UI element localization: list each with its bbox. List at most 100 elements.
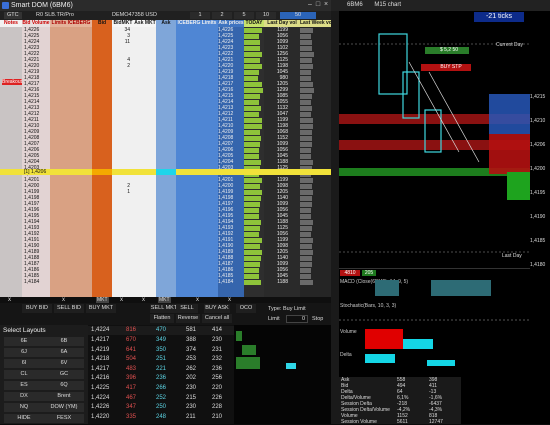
today-volume-bar bbox=[244, 183, 260, 189]
layout-button[interactable]: 6B bbox=[44, 337, 84, 346]
tape-cell: 388 bbox=[186, 337, 197, 343]
chart-left-toolbar[interactable] bbox=[331, 11, 339, 424]
bid-mkt-button[interactable]: MKT bbox=[96, 297, 109, 303]
layout-button[interactable]: 6J bbox=[4, 348, 44, 357]
maximize-icon[interactable]: □ bbox=[314, 1, 322, 9]
ask-limits-column[interactable] bbox=[176, 27, 218, 297]
layout-button[interactable]: 6E bbox=[4, 337, 44, 346]
layout-button[interactable]: DOW (YM) bbox=[44, 403, 84, 412]
chart-interval[interactable]: M15 chart bbox=[374, 2, 401, 8]
last-week-volume-bar bbox=[300, 117, 313, 123]
header-iceberg-limits: ICEBERG Limits bbox=[176, 20, 218, 27]
sell-ask-button[interactable]: SELL ASK bbox=[176, 304, 198, 320]
today-volume-bar bbox=[244, 81, 262, 87]
buy-mkt-button[interactable]: BUY MKT bbox=[86, 304, 116, 313]
layout-button[interactable]: 6A bbox=[44, 348, 84, 357]
today-volume-bar bbox=[244, 279, 261, 285]
qty-button-1[interactable]: 1 bbox=[190, 12, 210, 19]
volume-profile bbox=[489, 94, 530, 134]
price-level[interactable]: 1,4184 bbox=[22, 279, 42, 285]
tape-row: 1,4224 467 252 215 226 bbox=[88, 394, 234, 403]
layout-button[interactable]: 6Q bbox=[44, 381, 84, 390]
position-badge-label: $ 5,2 50 bbox=[439, 47, 459, 53]
qty-button-50[interactable]: 50 bbox=[280, 12, 316, 19]
today-volume-bar bbox=[244, 93, 260, 99]
layout-button[interactable]: 6I bbox=[4, 359, 44, 368]
chart-symbol[interactable]: 6BM6 bbox=[347, 2, 363, 8]
cancel-ask-limits-button[interactable]: x bbox=[196, 297, 199, 303]
cancel-ask-button[interactable]: x bbox=[228, 297, 231, 303]
header-bid-volume: Bid Volume bbox=[22, 20, 50, 27]
layout-button[interactable]: DX bbox=[4, 392, 44, 401]
layout-button[interactable]: Brent bbox=[44, 392, 84, 401]
tape-row: 1,4219 641 350 374 231 bbox=[88, 346, 234, 355]
layout-button[interactable]: CL bbox=[4, 370, 44, 379]
stats-cell: 12747 bbox=[429, 419, 443, 425]
price-chart[interactable] bbox=[339, 22, 530, 262]
last-week-volume-bar bbox=[300, 219, 313, 225]
buy-stop-badge-label: BUY STP bbox=[440, 64, 462, 70]
dom-toolbar: GTC R0 SLB.TR/Pro DEMO47358 USD 1 2 5 10… bbox=[0, 11, 331, 20]
chart-title-bar: 6BM6 M15 chart bbox=[331, 0, 550, 11]
cancel-all-button[interactable]: Cancel all bbox=[202, 314, 232, 323]
tape-cell: 251 bbox=[156, 356, 167, 363]
header-last-week: Last Week vol bbox=[300, 20, 331, 27]
bid-column[interactable] bbox=[92, 27, 112, 297]
delta-value-badge: 205 bbox=[362, 270, 376, 276]
sell-bid-button[interactable]: SELL BID bbox=[54, 304, 84, 313]
sell-mkt-button[interactable]: SELL MKT bbox=[150, 304, 178, 313]
tape-cell: 1,4217 bbox=[91, 365, 110, 372]
minimize-icon[interactable]: – bbox=[306, 1, 314, 9]
tape-cell: 248 bbox=[156, 413, 167, 420]
stop-label: Stop bbox=[312, 316, 324, 322]
header-limits-iceberg: Limits ICEBERG bbox=[50, 20, 92, 27]
cancel-mkt-bid-button[interactable]: x bbox=[120, 297, 123, 303]
tape-cell: 202 bbox=[186, 375, 197, 382]
tape-cell: 1,4225 bbox=[91, 385, 110, 391]
cancel-mkt-ask-button[interactable]: x bbox=[142, 297, 145, 303]
layout-button[interactable]: FESX bbox=[44, 414, 84, 423]
last-week-volume-bar bbox=[300, 237, 313, 243]
qty-button-10[interactable]: 10 bbox=[256, 12, 276, 19]
reverse-button[interactable]: Reverse bbox=[176, 314, 200, 323]
limit-input[interactable]: 0 bbox=[286, 315, 308, 323]
gtc-select[interactable]: GTC bbox=[4, 12, 22, 19]
bid-limits-column[interactable] bbox=[50, 27, 92, 297]
layout-button[interactable]: HIDE bbox=[4, 414, 44, 423]
cancel-bid-button[interactable]: x bbox=[8, 297, 11, 303]
current-day-label: Current Day bbox=[496, 42, 523, 48]
layout-button[interactable]: NQ bbox=[4, 403, 44, 412]
close-icon[interactable]: × bbox=[322, 1, 330, 9]
qty-button-5[interactable]: 5 bbox=[234, 12, 254, 19]
buy-ask-button[interactable]: BUY ASK bbox=[204, 304, 230, 313]
header-last-day: Last Day vol bbox=[264, 20, 300, 27]
layout-button[interactable]: ES bbox=[4, 381, 44, 390]
price-axis-label: 1,4180 bbox=[530, 262, 546, 268]
flatten-button[interactable]: Flatten bbox=[150, 314, 174, 323]
account-select[interactable]: DEMO47358 USD bbox=[112, 12, 157, 19]
price-axis-label: 1,4200 bbox=[530, 166, 546, 172]
last-week-volume-bar bbox=[300, 129, 312, 135]
today-volume-bar bbox=[244, 39, 260, 45]
layout-button[interactable]: 6V bbox=[44, 359, 84, 368]
today-volume-bar bbox=[244, 225, 260, 231]
ask-price-level[interactable]: 1,4184 bbox=[218, 279, 238, 285]
ask-mkt-column[interactable] bbox=[134, 27, 156, 297]
ask-mkt-button[interactable]: MKT bbox=[158, 297, 171, 303]
today-volume-bar bbox=[244, 99, 259, 105]
ask-column[interactable] bbox=[156, 27, 176, 297]
last-week-volume-bar bbox=[300, 147, 311, 153]
dom-title: Smart DOM (6BM6) bbox=[11, 2, 73, 9]
tape-cell: 1,4224 bbox=[91, 327, 110, 333]
buy-bid-button[interactable]: BUY BID bbox=[22, 304, 52, 313]
layout-button[interactable]: GC bbox=[44, 370, 84, 379]
oco-button[interactable]: OCO bbox=[236, 304, 256, 313]
price-axis-label: 1,4215 bbox=[530, 94, 546, 100]
tape-cell: 211 bbox=[186, 413, 196, 420]
notes-column[interactable] bbox=[0, 27, 22, 297]
qty-button-2[interactable]: 2 bbox=[212, 12, 232, 19]
tape-cell: 232 bbox=[212, 356, 223, 363]
cancel-bid-limits-button[interactable]: x bbox=[62, 297, 65, 303]
last-week-volume-bar bbox=[300, 123, 313, 129]
strategy-select[interactable]: R0 SLB.TR/Pro bbox=[36, 12, 74, 19]
